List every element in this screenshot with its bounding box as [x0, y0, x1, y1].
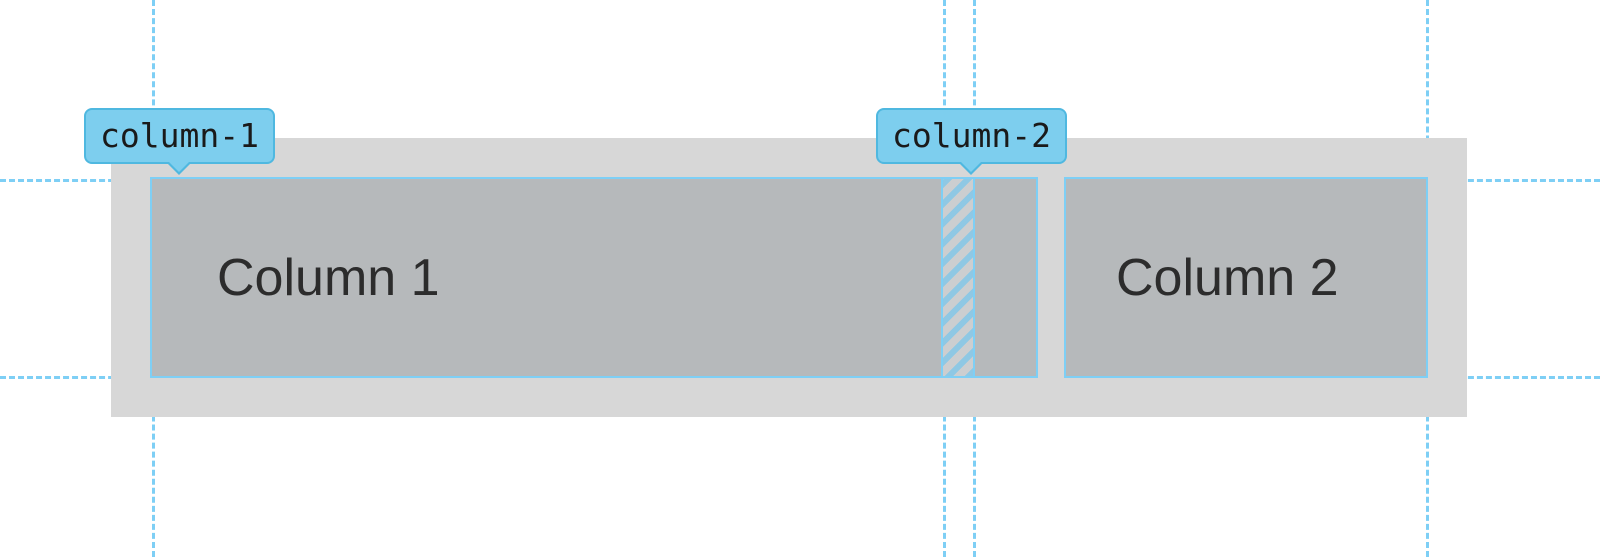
column-2-text: Column 2 — [1116, 248, 1339, 308]
grid-container: Column 1 Column 2 — [111, 138, 1467, 417]
column-1-text: Column 1 — [217, 248, 440, 308]
grid-column-1: Column 1 — [152, 179, 1036, 376]
grid-column-2: Column 2 — [1066, 179, 1426, 376]
column-1-track-label: column-1 — [84, 108, 275, 164]
column-2-track-label: column-2 — [876, 108, 1067, 164]
